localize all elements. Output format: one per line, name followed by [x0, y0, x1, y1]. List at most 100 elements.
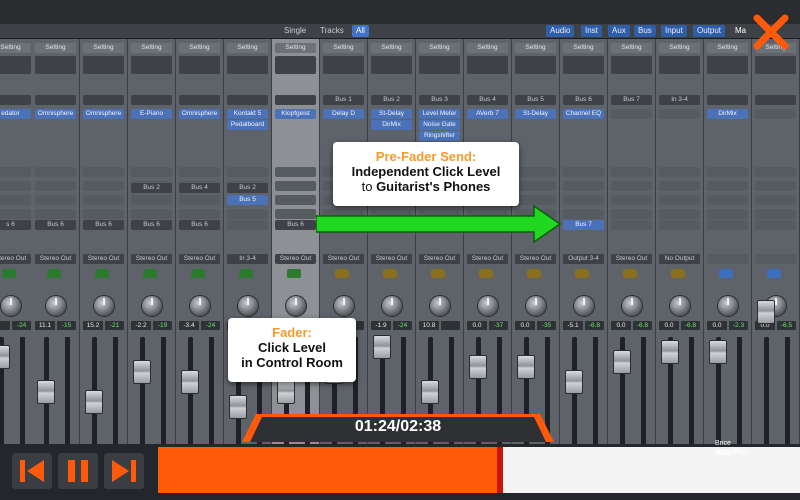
empty-slot[interactable]: [611, 195, 652, 205]
output-slot[interactable]: [755, 254, 796, 264]
empty-slot[interactable]: [0, 181, 31, 191]
empty-slot[interactable]: [755, 209, 796, 219]
filter-inst[interactable]: Inst: [581, 25, 602, 37]
group-indicator[interactable]: [527, 269, 541, 278]
empty-slot[interactable]: [35, 195, 76, 205]
setting-button[interactable]: Setting: [659, 43, 700, 53]
send-slot[interactable]: [611, 220, 652, 230]
empty-slot[interactable]: [131, 209, 172, 219]
setting-button[interactable]: Setting: [467, 43, 508, 53]
plugin-slot[interactable]: Omnisphere: [35, 109, 76, 119]
send-slot[interactable]: Bus 6: [131, 220, 172, 230]
empty-slot[interactable]: [83, 209, 124, 219]
output-slot[interactable]: Output 3-4: [563, 254, 604, 264]
send-slot[interactable]: Bus 5: [227, 195, 268, 205]
plugin-slot[interactable]: [611, 109, 652, 119]
setting-button[interactable]: Setting: [35, 43, 76, 53]
plugin-slot[interactable]: Kontakt 5: [227, 109, 268, 119]
plugin-slot[interactable]: Omnisphere: [179, 109, 220, 119]
empty-slot[interactable]: [755, 181, 796, 191]
fader-handle[interactable]: [277, 380, 295, 404]
output-slot[interactable]: No Output: [659, 254, 700, 264]
setting-button[interactable]: Setting: [707, 43, 748, 53]
input-slot[interactable]: Bus 4: [467, 95, 508, 105]
empty-slot[interactable]: [227, 209, 268, 219]
eq-thumbnail[interactable]: [419, 56, 460, 74]
filter-audio[interactable]: Audio: [546, 25, 575, 37]
plugin-slot[interactable]: Klopfgeist: [275, 109, 316, 119]
eq-thumbnail[interactable]: [659, 56, 700, 74]
input-slot[interactable]: In 3-4: [659, 95, 700, 105]
group-indicator[interactable]: [239, 269, 253, 278]
fader-handle[interactable]: [133, 360, 151, 384]
plugin-slot[interactable]: Ringshifter: [419, 131, 460, 141]
fader-handle[interactable]: [0, 345, 10, 369]
empty-slot[interactable]: [131, 195, 172, 205]
empty-slot[interactable]: [179, 209, 220, 219]
empty-slot[interactable]: [755, 195, 796, 205]
input-slot[interactable]: Bus 7: [611, 95, 652, 105]
eq-thumbnail[interactable]: [83, 56, 124, 74]
pan-knob[interactable]: [477, 295, 499, 317]
pan-knob[interactable]: [381, 295, 403, 317]
setting-button[interactable]: Setting: [371, 43, 412, 53]
input-slot[interactable]: [707, 95, 748, 105]
empty-slot[interactable]: [659, 209, 700, 219]
pan-knob[interactable]: [45, 295, 67, 317]
eq-thumbnail[interactable]: [323, 56, 364, 74]
group-indicator[interactable]: [47, 269, 61, 278]
group-indicator[interactable]: [383, 269, 397, 278]
group-indicator[interactable]: [335, 269, 349, 278]
output-slot[interactable]: Stereo Out: [515, 254, 556, 264]
input-slot[interactable]: [179, 95, 220, 105]
pan-knob[interactable]: [237, 295, 259, 317]
tab-single[interactable]: Single: [280, 25, 310, 37]
plugin-slot[interactable]: DirMix: [371, 120, 412, 130]
empty-slot[interactable]: [515, 167, 556, 177]
empty-slot[interactable]: [563, 167, 604, 177]
input-slot[interactable]: [227, 95, 268, 105]
input-slot[interactable]: Bus 2: [371, 95, 412, 105]
empty-slot[interactable]: [707, 195, 748, 205]
pan-knob[interactable]: [285, 295, 307, 317]
fader-handle[interactable]: [757, 300, 775, 324]
empty-slot[interactable]: [0, 209, 31, 219]
output-slot[interactable]: Stereo Out: [131, 254, 172, 264]
empty-slot[interactable]: [659, 195, 700, 205]
send-slot[interactable]: Bus 2: [227, 183, 268, 193]
pan-knob[interactable]: [141, 295, 163, 317]
group-indicator[interactable]: [479, 269, 493, 278]
eq-thumbnail[interactable]: [563, 56, 604, 74]
group-indicator[interactable]: [575, 269, 589, 278]
fader-handle[interactable]: [469, 355, 487, 379]
fader-handle[interactable]: [709, 340, 727, 364]
send-slot[interactable]: [659, 220, 700, 230]
output-slot[interactable]: Stereo Out: [35, 254, 76, 264]
output-slot[interactable]: Stereo Out: [467, 254, 508, 264]
pause-button[interactable]: [58, 453, 98, 489]
plugin-slot[interactable]: AVerb 7: [467, 109, 508, 119]
empty-slot[interactable]: [179, 195, 220, 205]
group-indicator[interactable]: [719, 269, 733, 278]
fader-handle[interactable]: [181, 370, 199, 394]
fader-handle[interactable]: [661, 340, 679, 364]
setting-button[interactable]: Setting: [611, 43, 652, 53]
pan-knob[interactable]: [717, 295, 739, 317]
fader-handle[interactable]: [373, 335, 391, 359]
tab-all[interactable]: All: [352, 25, 369, 37]
empty-slot[interactable]: [0, 195, 31, 205]
skip-back-button[interactable]: [12, 453, 52, 489]
pan-knob[interactable]: [525, 295, 547, 317]
empty-slot[interactable]: [83, 195, 124, 205]
empty-slot[interactable]: [35, 167, 76, 177]
input-slot[interactable]: [275, 95, 316, 105]
empty-slot[interactable]: [755, 167, 796, 177]
eq-thumbnail[interactable]: [755, 56, 796, 74]
group-indicator[interactable]: [287, 269, 301, 278]
setting-button[interactable]: Setting: [419, 43, 460, 53]
send-slot[interactable]: [227, 220, 268, 230]
input-slot[interactable]: Bus 6: [563, 95, 604, 105]
setting-button[interactable]: Setting: [515, 43, 556, 53]
input-slot[interactable]: Bus 5: [515, 95, 556, 105]
empty-slot[interactable]: [563, 195, 604, 205]
